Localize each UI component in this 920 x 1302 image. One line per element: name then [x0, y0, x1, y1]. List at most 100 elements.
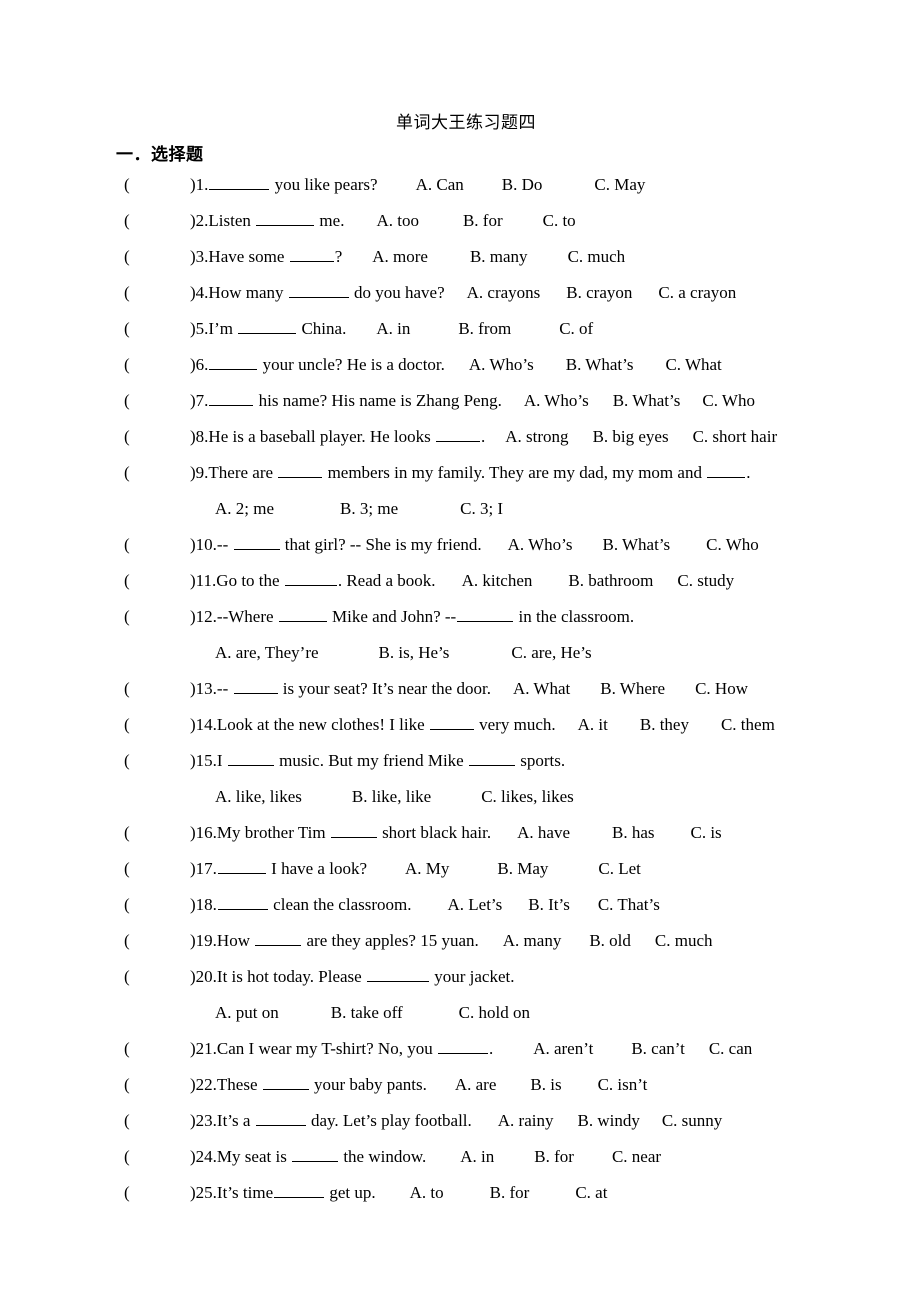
fill-in-blank[interactable]	[429, 715, 474, 730]
answer-option[interactable]: C. short hair	[693, 419, 778, 455]
answer-option[interactable]: B. from	[458, 311, 511, 347]
answer-option[interactable]: C. are, He’s	[511, 635, 591, 671]
answer-option[interactable]: A. What	[513, 671, 570, 707]
answer-option[interactable]: C. sunny	[662, 1103, 722, 1139]
answer-option[interactable]: C. to	[543, 203, 576, 239]
answer-option[interactable]: B. bathroom	[568, 563, 653, 599]
answer-option[interactable]: B. is	[530, 1067, 561, 1103]
answer-option[interactable]: C. isn’t	[598, 1067, 648, 1103]
answer-bracket-open[interactable]: (	[124, 959, 190, 995]
answer-option[interactable]: B. has	[612, 815, 655, 851]
answer-bracket-open[interactable]: (	[124, 455, 190, 491]
answer-option[interactable]: A. more	[372, 239, 428, 275]
answer-option[interactable]: B. is, He’s	[379, 635, 450, 671]
answer-option[interactable]: A. to	[410, 1175, 444, 1211]
answer-option[interactable]: A. Let’s	[447, 887, 502, 923]
fill-in-blank[interactable]	[217, 895, 268, 910]
fill-in-blank[interactable]	[238, 319, 297, 334]
answer-option[interactable]: A. have	[517, 815, 570, 851]
fill-in-blank[interactable]	[288, 283, 349, 298]
answer-option[interactable]: A. Who’s	[469, 347, 534, 383]
fill-in-blank[interactable]	[284, 571, 337, 586]
answer-bracket-open[interactable]: (	[124, 923, 190, 959]
fill-in-blank[interactable]	[366, 967, 429, 982]
answer-option[interactable]: C. at	[575, 1175, 607, 1211]
answer-option[interactable]: C. That’s	[598, 887, 660, 923]
answer-option[interactable]: A. aren’t	[533, 1031, 593, 1067]
answer-option[interactable]: A. put on	[215, 995, 279, 1031]
answer-option[interactable]: A. strong	[505, 419, 568, 455]
answer-bracket-open[interactable]: (	[124, 419, 190, 455]
answer-option[interactable]: B. big eyes	[593, 419, 669, 455]
answer-option[interactable]: C. Let	[598, 851, 641, 887]
answer-option[interactable]: C. hold on	[459, 995, 530, 1031]
fill-in-blank[interactable]	[255, 1111, 306, 1126]
answer-bracket-open[interactable]: (	[124, 887, 190, 923]
answer-option[interactable]: A. in	[460, 1139, 494, 1175]
fill-in-blank[interactable]	[707, 463, 746, 478]
answer-bracket-open[interactable]: (	[124, 1103, 190, 1139]
answer-bracket-open[interactable]: (	[124, 527, 190, 563]
answer-bracket-open[interactable]: (	[124, 311, 190, 347]
fill-in-blank[interactable]	[227, 751, 274, 766]
answer-option[interactable]: B. Do	[502, 167, 543, 203]
answer-option[interactable]: C. them	[721, 707, 775, 743]
answer-option[interactable]: B. take off	[331, 995, 403, 1031]
answer-bracket-open[interactable]: (	[124, 743, 190, 779]
answer-option[interactable]: B. old	[589, 923, 631, 959]
answer-option[interactable]: A. it	[578, 707, 608, 743]
answer-option[interactable]: A. Who’s	[508, 527, 573, 563]
answer-bracket-open[interactable]: (	[124, 563, 190, 599]
fill-in-blank[interactable]	[233, 679, 278, 694]
fill-in-blank[interactable]	[437, 1039, 488, 1054]
answer-option[interactable]: C. a crayon	[658, 275, 736, 311]
fill-in-blank[interactable]	[209, 391, 254, 406]
answer-bracket-open[interactable]: (	[124, 383, 190, 419]
answer-option[interactable]: C. is	[691, 815, 722, 851]
answer-option[interactable]: B. What’s	[602, 527, 670, 563]
answer-option[interactable]: A. My	[405, 851, 449, 887]
answer-bracket-open[interactable]: (	[124, 167, 190, 203]
fill-in-blank[interactable]	[209, 355, 258, 370]
answer-option[interactable]: B. What’s	[613, 383, 681, 419]
fill-in-blank[interactable]	[274, 1183, 325, 1198]
answer-option[interactable]: B. crayon	[566, 275, 632, 311]
answer-option[interactable]: A. too	[376, 203, 419, 239]
fill-in-blank[interactable]	[217, 859, 266, 874]
fill-in-blank[interactable]	[289, 247, 334, 262]
answer-bracket-open[interactable]: (	[124, 851, 190, 887]
answer-option[interactable]: B. Where	[600, 671, 665, 707]
fill-in-blank[interactable]	[255, 931, 302, 946]
answer-option[interactable]: C. How	[695, 671, 748, 707]
fill-in-blank[interactable]	[436, 427, 481, 442]
answer-option[interactable]: A. in	[376, 311, 410, 347]
answer-option[interactable]: C. much	[655, 923, 713, 959]
fill-in-blank[interactable]	[330, 823, 377, 838]
answer-option[interactable]: B. May	[497, 851, 548, 887]
fill-in-blank[interactable]	[468, 751, 515, 766]
answer-bracket-open[interactable]: (	[124, 1031, 190, 1067]
answer-option[interactable]: B. windy	[578, 1103, 640, 1139]
answer-bracket-open[interactable]: (	[124, 707, 190, 743]
answer-option[interactable]: A. rainy	[498, 1103, 554, 1139]
answer-option[interactable]: A. 2; me	[215, 491, 274, 527]
answer-option[interactable]: A. Can	[416, 167, 464, 203]
answer-bracket-open[interactable]: (	[124, 347, 190, 383]
answer-bracket-open[interactable]: (	[124, 671, 190, 707]
answer-option[interactable]: C. Who	[702, 383, 755, 419]
answer-option[interactable]: A. Who’s	[524, 383, 589, 419]
answer-option[interactable]: C. study	[677, 563, 734, 599]
answer-option[interactable]: B. for	[490, 1175, 530, 1211]
fill-in-blank[interactable]	[256, 211, 315, 226]
answer-option[interactable]: B. for	[463, 203, 503, 239]
answer-option[interactable]: C. What	[665, 347, 721, 383]
answer-bracket-open[interactable]: (	[124, 815, 190, 851]
answer-option[interactable]: C. 3; I	[460, 491, 503, 527]
fill-in-blank[interactable]	[292, 1147, 339, 1162]
answer-option[interactable]: B. for	[534, 1139, 574, 1175]
answer-bracket-open[interactable]: (	[124, 1175, 190, 1211]
fill-in-blank[interactable]	[278, 607, 327, 622]
answer-bracket-open[interactable]: (	[124, 599, 190, 635]
answer-option[interactable]: B. It’s	[528, 887, 570, 923]
fill-in-blank[interactable]	[262, 1075, 309, 1090]
